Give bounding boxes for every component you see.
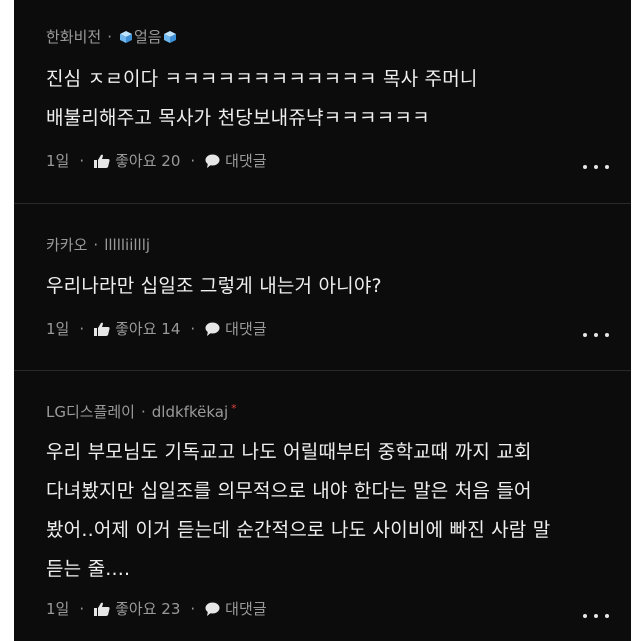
comment-meta: 한화비전 · 얼음 (46, 26, 178, 47)
comment-nickname[interactable]: llllliilllj (104, 236, 150, 254)
speech-bubble-icon (205, 322, 220, 336)
reply-label: 대댓글 (225, 320, 267, 338)
separator: · (190, 319, 196, 338)
separator: · (190, 599, 196, 618)
comment-actions: 1일 · 좋아요 20 · 대댓글 (46, 150, 267, 171)
ice-cube-icon (118, 28, 134, 46)
more-dots-icon[interactable] (583, 611, 609, 621)
comment-author[interactable]: 카카오 (46, 236, 87, 254)
like-button[interactable]: 좋아요 14 (94, 318, 180, 339)
separator: · (140, 403, 146, 421)
comment-actions: 1일 · 좋아요 14 · 대댓글 (46, 318, 267, 339)
separator: · (79, 599, 85, 618)
thumbs-up-icon (94, 602, 110, 616)
comment-meta: 카카오 · llllliilllj (46, 234, 150, 255)
separator: · (79, 319, 85, 338)
separator: · (190, 151, 196, 170)
comment-text-line: 배불리해주고 목사가 천당보내쥬냑ㅋㅋㅋㅋㅋㅋ (46, 107, 430, 129)
more-dots-icon[interactable] (583, 330, 609, 340)
comment-nickname[interactable]: dldkfkëkaj (152, 403, 228, 421)
speech-bubble-icon (205, 154, 220, 168)
ice-cube-icon (162, 28, 178, 46)
comment-meta: LG디스플레이 · dldkfkëkaj * (46, 401, 237, 422)
separator: · (93, 236, 99, 254)
comment-text-line: 우리나라만 십일조 그렇게 내는거 아니야? (46, 275, 382, 297)
separator: · (79, 151, 85, 170)
comment-time: 1일 (46, 152, 70, 170)
divider (14, 370, 631, 371)
more-dots-icon[interactable] (583, 162, 609, 172)
speech-bubble-icon (205, 602, 220, 616)
like-count: 좋아요 23 (115, 600, 181, 618)
like-count: 좋아요 20 (115, 152, 181, 170)
reply-label: 대댓글 (225, 600, 267, 618)
like-button[interactable]: 좋아요 23 (94, 598, 180, 619)
comment-text-line: 듣는 줄.... (46, 558, 131, 580)
thumbs-up-icon (94, 322, 110, 336)
divider (14, 203, 631, 204)
comment-text-line: 진심 ㅈㄹ이다 ㅋㅋㅋㅋㅋㅋㅋㅋㅋㅋㅋㅋ 목사 주머니 (46, 68, 478, 90)
thumbs-up-icon (94, 154, 110, 168)
comment-time: 1일 (46, 600, 70, 618)
comment-time: 1일 (46, 320, 70, 338)
comment-text-line: 우리 부모님도 기독교고 나도 어릴때부터 중학교때 까지 교회 (46, 441, 532, 463)
reply-label: 대댓글 (225, 152, 267, 170)
reply-button[interactable]: 대댓글 (205, 598, 267, 619)
comment-text-line: 다녀봤지만 십일조를 의무적으로 내야 한다는 말은 처음 들어 (46, 480, 532, 502)
reply-button[interactable]: 대댓글 (205, 318, 267, 339)
comment-nickname[interactable]: 얼음 (134, 28, 162, 46)
new-badge: * (231, 402, 237, 415)
like-count: 좋아요 14 (115, 320, 181, 338)
comment-text-line: 봤어..어제 이거 듣는데 순간적으로 나도 사이비에 빠진 사람 말 (46, 519, 551, 541)
reply-button[interactable]: 대댓글 (205, 150, 267, 171)
comment-list: 한화비전 · 얼음 진심 ㅈㄹ이다 ㅋㅋㅋㅋㅋㅋㅋㅋㅋㅋㅋㅋ 목사 주머니 배불리해… (14, 0, 631, 641)
comment-actions: 1일 · 좋아요 23 · 대댓글 (46, 598, 267, 619)
comment-author[interactable]: 한화비전 (46, 28, 101, 46)
comment-author[interactable]: LG디스플레이 (46, 403, 135, 421)
like-button[interactable]: 좋아요 20 (94, 150, 180, 171)
separator: · (107, 28, 112, 46)
